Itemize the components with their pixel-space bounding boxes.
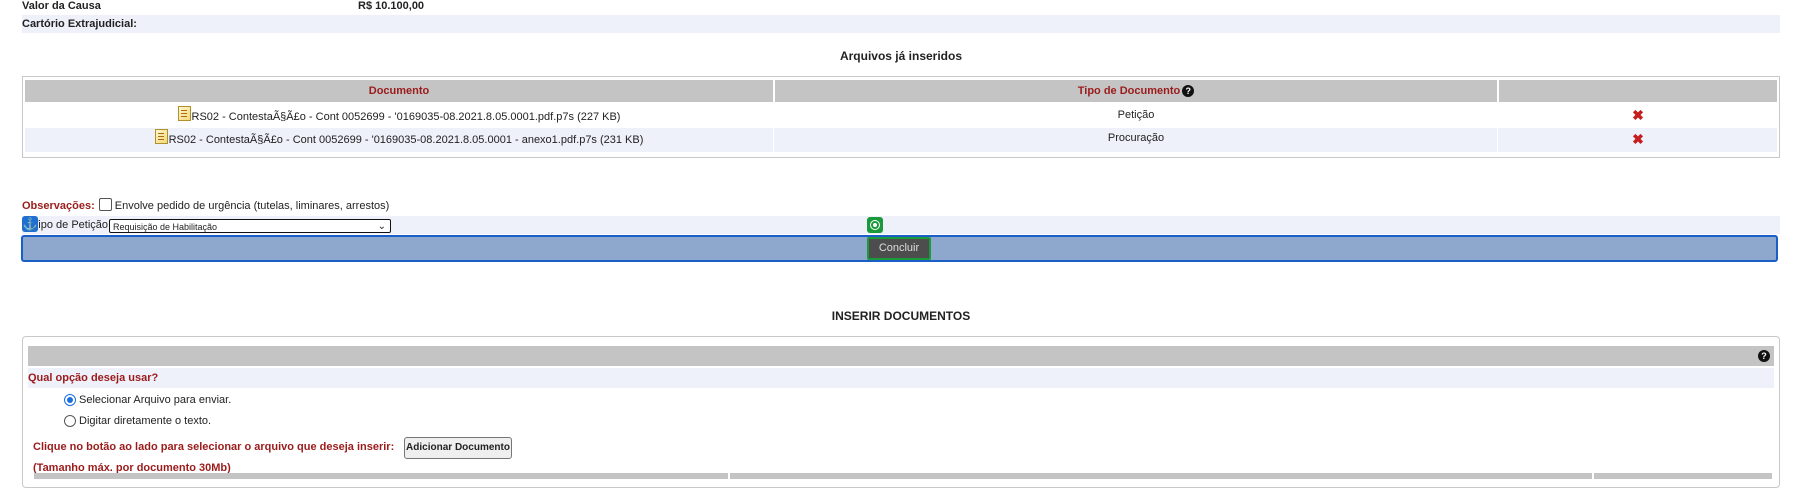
- delete-cell: ✖: [1499, 128, 1777, 150]
- observacoes-row: Observações: Envolve pedido de urgência (…: [22, 198, 389, 212]
- column-divider: [1497, 80, 1498, 155]
- anchor-icon[interactable]: ⚓: [22, 216, 38, 232]
- bottom-table-header: [730, 473, 1592, 479]
- table-row: RS02 - ContestaÃ§Ã£o - Cont 0052699 - '0…: [25, 128, 1777, 152]
- radio-selected[interactable]: [64, 394, 76, 406]
- document-cell: RS02 - ContestaÃ§Ã£o - Cont 0052699 - '0…: [25, 106, 773, 128]
- instruction-label: Clique no botão ao lado para selecionar …: [33, 441, 395, 453]
- document-type: Petição: [1117, 109, 1155, 121]
- valor-causa-label: Valor da Causa: [22, 0, 101, 12]
- header-actions: [1499, 80, 1777, 102]
- observacoes-label: Observações:: [22, 200, 95, 212]
- header-documento: Documento: [25, 80, 773, 102]
- delete-cell: ✖: [1499, 104, 1777, 126]
- help-icon[interactable]: ?: [1182, 85, 1195, 97]
- urgencia-label: Envolve pedido de urgência (tutelas, lim…: [114, 200, 390, 212]
- question-row: Qual opção deseja usar?: [28, 368, 1774, 388]
- tipo-peticao-label: Tipo de Petição:: [32, 219, 112, 231]
- insert-section-title: INSERIR DOCUMENTOS: [831, 309, 971, 323]
- chevron-down-icon: ⌄: [377, 221, 386, 232]
- document-cell: RS02 - ContestaÃ§Ã£o - Cont 0052699 - '0…: [25, 129, 773, 151]
- tipo-peticao-select[interactable]: Requisição de Habilitação ⌄: [109, 219, 391, 233]
- radio-unselected[interactable]: [64, 415, 76, 427]
- valor-causa-value: R$ 10.100,00: [358, 0, 425, 12]
- tipo-peticao-selected: Requisição de Habilitação: [113, 222, 218, 232]
- question-label: Qual opção deseja usar?: [28, 372, 159, 384]
- table-row: RS02 - ContestaÃ§Ã£o - Cont 0052699 - '0…: [25, 104, 1777, 128]
- concluir-button[interactable]: Concluir: [867, 237, 931, 260]
- cartorio-row: Cartório Extrajudicial:: [22, 15, 1780, 33]
- delete-icon[interactable]: ✖: [1632, 131, 1644, 147]
- files-section-title: Arquivos já inseridos: [839, 49, 963, 63]
- column-divider: [773, 80, 774, 155]
- document-file-icon: [177, 106, 191, 121]
- document-name[interactable]: RS02 - ContestaÃ§Ã£o - Cont 0052699 - '0…: [192, 111, 621, 123]
- bottom-table-header: [34, 473, 728, 479]
- option-file-label: Selecionar Arquivo para enviar.: [79, 394, 232, 406]
- option-text[interactable]: Digitar diretamente o texto.: [64, 415, 211, 427]
- help-icon[interactable]: ?: [1758, 350, 1770, 362]
- insert-header-bar: ?: [28, 346, 1774, 366]
- option-file[interactable]: Selecionar Arquivo para enviar.: [64, 394, 231, 406]
- header-tipo-label: Tipo de Documento: [1077, 85, 1181, 97]
- document-type: Procuração: [1107, 132, 1165, 144]
- target-icon[interactable]: [867, 217, 883, 233]
- document-file-icon: [154, 129, 168, 144]
- bottom-table-header: [1594, 473, 1772, 479]
- add-document-button[interactable]: Adicionar Documento: [404, 437, 512, 459]
- option-text-label: Digitar diretamente o texto.: [79, 415, 212, 427]
- files-table: Documento Tipo de Documento? RS02 - Cont…: [22, 76, 1780, 158]
- delete-icon[interactable]: ✖: [1632, 107, 1644, 123]
- urgencia-checkbox[interactable]: [98, 198, 112, 211]
- header-tipo-documento: Tipo de Documento?: [775, 80, 1497, 102]
- cartorio-label: Cartório Extrajudicial:: [22, 18, 137, 30]
- document-name[interactable]: RS02 - ContestaÃ§Ã£o - Cont 0052699 - '0…: [169, 134, 644, 146]
